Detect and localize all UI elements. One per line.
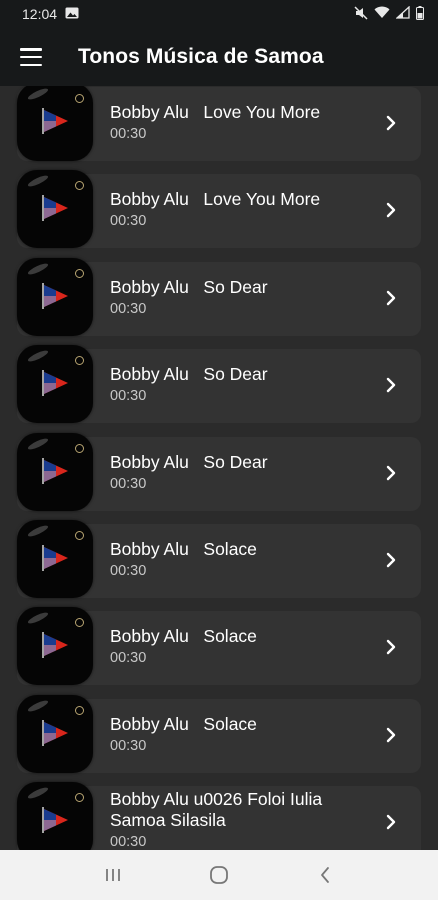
song-title: Bobby Alu So Dear xyxy=(110,364,268,385)
song-title: Bobby Alu Solace xyxy=(110,626,257,647)
chevron-right-icon[interactable] xyxy=(385,202,397,223)
samoa-flag-play-icon[interactable] xyxy=(17,345,93,424)
back-icon[interactable] xyxy=(305,855,345,895)
samoa-flag-play-icon[interactable] xyxy=(17,257,93,336)
song-info: Bobby Alu u0026 Foloi Iulia Samoa Silasi… xyxy=(110,789,370,850)
list-item[interactable]: Bobby Alu Love You More 00:30 xyxy=(0,86,438,168)
song-info: Bobby Alu Love You More 00:30 xyxy=(110,189,370,230)
song-title: Bobby Alu Solace xyxy=(110,538,257,559)
chevron-right-icon[interactable] xyxy=(385,377,397,398)
home-icon[interactable] xyxy=(199,855,239,895)
song-title: Bobby Alu So Dear xyxy=(110,276,268,297)
status-bar: 12:04 xyxy=(0,0,438,28)
song-duration: 00:30 xyxy=(110,300,147,317)
song-duration: 00:30 xyxy=(110,650,147,667)
song-info: Bobby Alu So Dear 00:30 xyxy=(110,364,370,405)
page-title: Tonos Música de Samoa xyxy=(78,45,324,68)
battery-icon xyxy=(416,5,424,23)
app-bar: Tonos Música de Samoa xyxy=(0,28,438,86)
song-title: Bobby Alu So Dear xyxy=(110,451,268,472)
samoa-flag-play-icon[interactable] xyxy=(17,170,93,249)
song-info: Bobby Alu So Dear 00:30 xyxy=(110,452,370,493)
list-item[interactable]: Bobby Alu So Dear 00:30 xyxy=(0,431,438,518)
image-notification-icon xyxy=(65,6,79,22)
samoa-flag-play-icon[interactable] xyxy=(17,782,93,850)
list-item[interactable]: Bobby Alu Solace 00:30 xyxy=(0,693,438,780)
status-time: 12:04 xyxy=(22,6,58,22)
song-info: Bobby Alu Solace 00:30 xyxy=(110,626,370,667)
song-info: Bobby Alu So Dear 00:30 xyxy=(110,277,370,318)
list-item[interactable]: Bobby Alu Solace 00:30 xyxy=(0,518,438,605)
song-duration: 00:30 xyxy=(110,126,147,142)
song-duration: 00:30 xyxy=(110,475,147,492)
chevron-right-icon[interactable] xyxy=(385,465,397,486)
chevron-right-icon[interactable] xyxy=(385,814,397,835)
list-item[interactable]: Bobby Alu Solace 00:30 xyxy=(0,605,438,692)
samoa-flag-play-icon[interactable] xyxy=(17,432,93,511)
signal-icon xyxy=(395,5,410,22)
song-info: Bobby Alu Love You More 00:30 xyxy=(110,102,370,143)
recent-apps-icon[interactable] xyxy=(93,855,133,895)
song-duration: 00:30 xyxy=(110,388,147,405)
samoa-flag-play-icon[interactable] xyxy=(17,519,93,598)
ringtone-list-content: Bobby Alu Love You More 00:30 Bobby Alu Lo… xyxy=(0,86,438,850)
system-nav-bar xyxy=(0,850,438,900)
song-title: Bobby Alu u0026 Foloi Iulia Samoa Silasi… xyxy=(110,789,323,831)
list-item[interactable]: Bobby Alu u0026 Foloi Iulia Samoa Silasi… xyxy=(0,780,438,850)
chevron-right-icon[interactable] xyxy=(385,115,397,136)
samoa-flag-play-icon[interactable] xyxy=(17,694,93,773)
list-item[interactable]: Bobby Alu Love You More 00:30 xyxy=(0,168,438,255)
song-title: Bobby Alu Solace xyxy=(110,713,257,734)
list-item[interactable]: Bobby Alu So Dear 00:30 xyxy=(0,256,438,343)
mute-icon xyxy=(354,5,368,23)
song-duration: 00:30 xyxy=(110,562,147,579)
song-info: Bobby Alu Solace 00:30 xyxy=(110,539,370,580)
hamburger-menu-icon[interactable] xyxy=(20,48,42,66)
chevron-right-icon[interactable] xyxy=(385,552,397,573)
song-title: Bobby Alu Love You More xyxy=(110,189,321,210)
ringtone-list[interactable]: Bobby Alu Love You More 00:30 Bobby Alu Lo… xyxy=(0,86,438,850)
wifi-icon xyxy=(374,6,390,22)
samoa-flag-play-icon[interactable] xyxy=(17,86,93,161)
list-item[interactable]: Bobby Alu So Dear 00:30 xyxy=(0,343,438,430)
song-info: Bobby Alu Solace 00:30 xyxy=(110,714,370,755)
chevron-right-icon[interactable] xyxy=(385,639,397,660)
samoa-flag-play-icon[interactable] xyxy=(17,607,93,686)
song-title: Bobby Alu Love You More xyxy=(110,102,321,122)
song-duration: 00:30 xyxy=(110,834,147,850)
song-duration: 00:30 xyxy=(110,213,147,230)
song-duration: 00:30 xyxy=(110,737,147,754)
chevron-right-icon[interactable] xyxy=(385,290,397,311)
chevron-right-icon[interactable] xyxy=(385,727,397,748)
